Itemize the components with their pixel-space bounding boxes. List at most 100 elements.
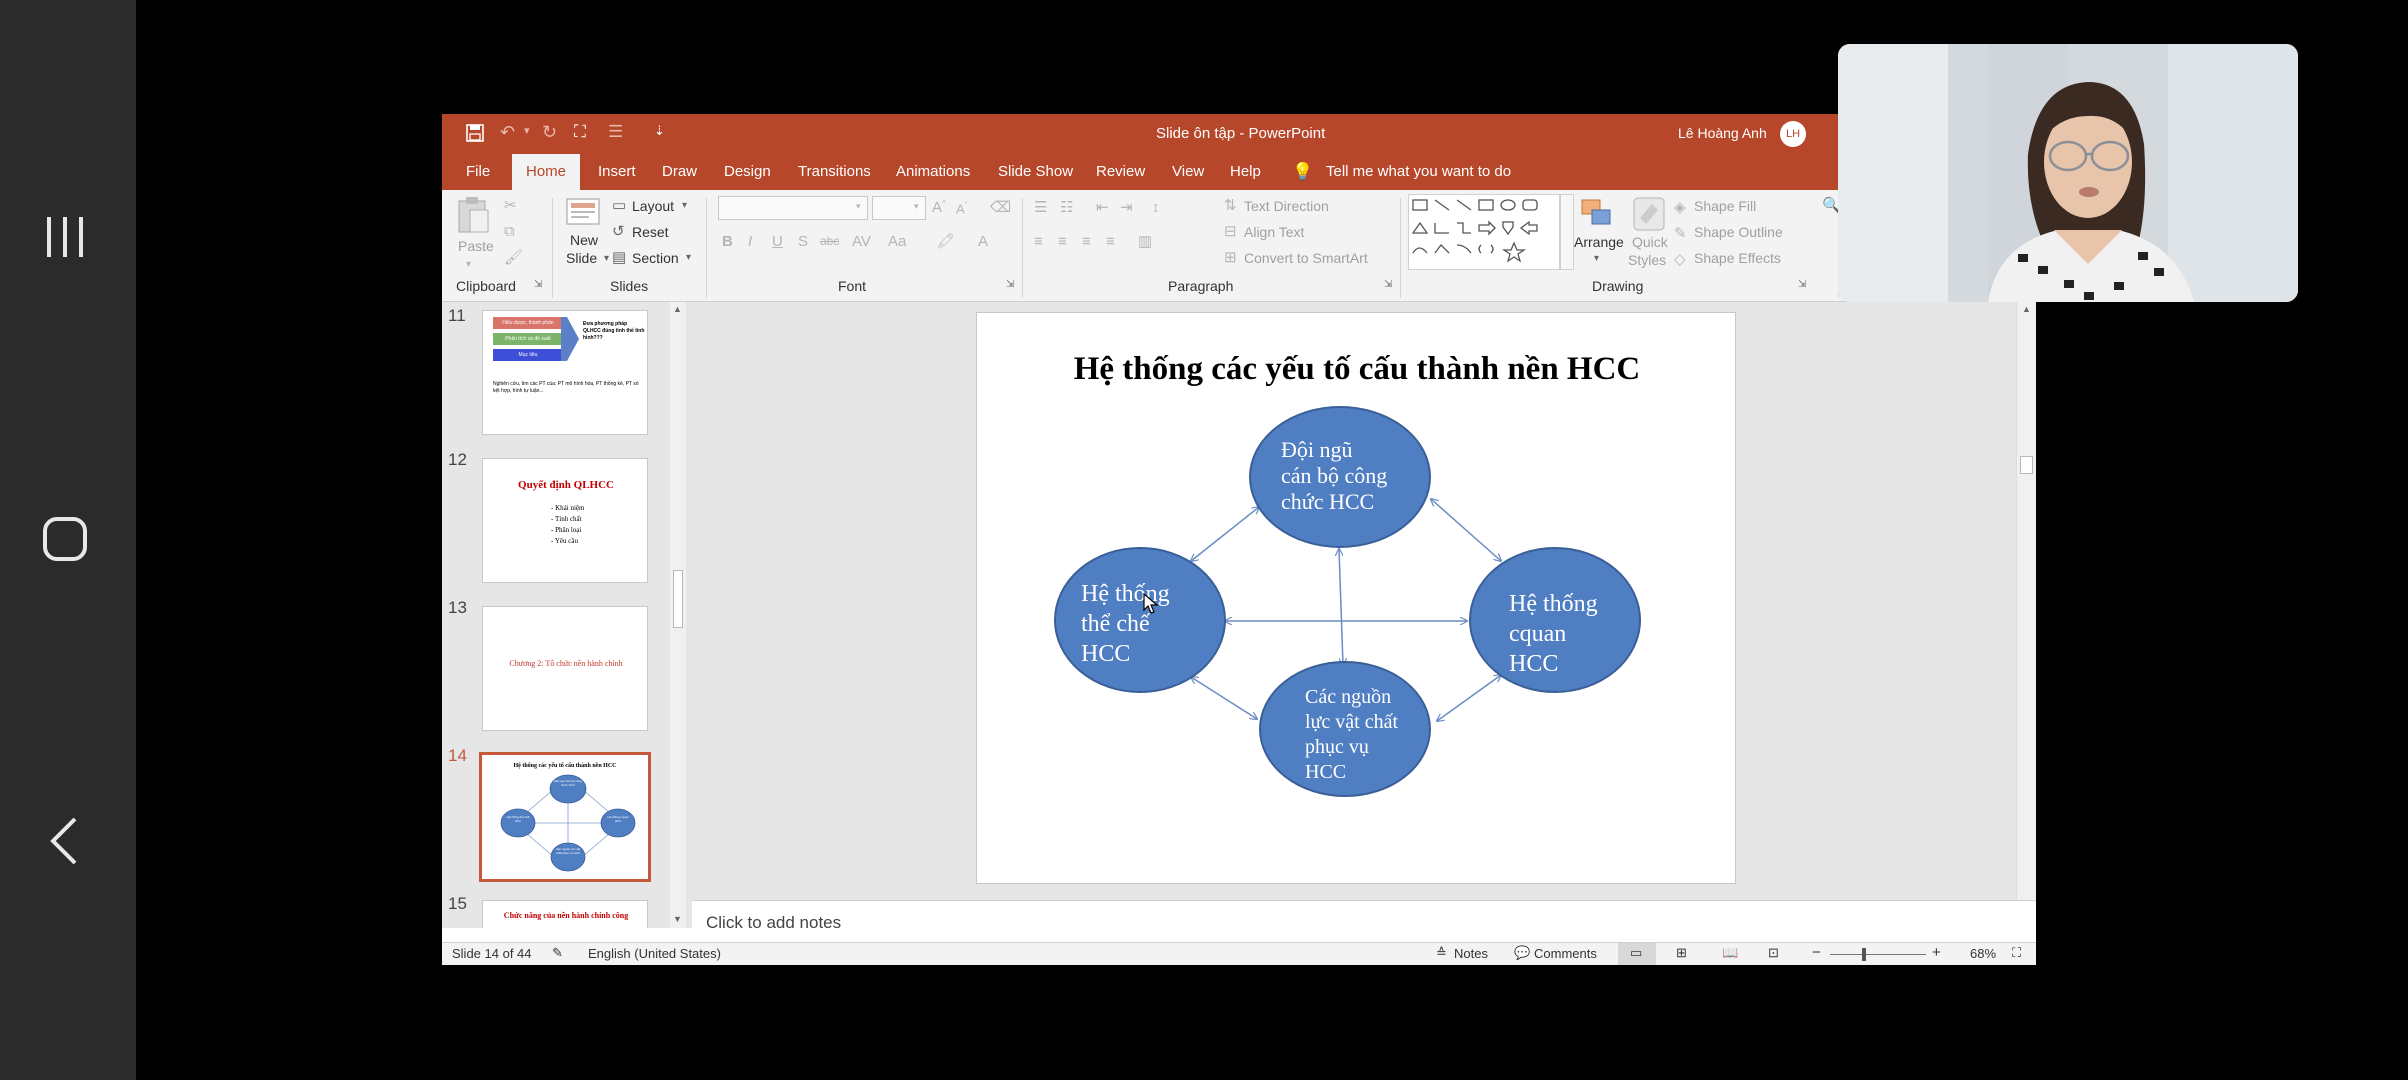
section-dropdown-icon[interactable]: ▾	[686, 253, 691, 263]
align-text-icon[interactable]: ⊟	[1224, 224, 1237, 239]
start-from-beginning-icon[interactable]: ⛶	[574, 122, 586, 142]
decrease-font-icon[interactable]: Aˇ	[956, 202, 967, 216]
redo-icon[interactable]: ↻	[542, 122, 557, 143]
justify-icon[interactable]: ≡	[1106, 234, 1115, 249]
notes-pane[interactable]: Click to add notes	[692, 900, 2036, 942]
font-launcher-icon[interactable]: ⇲	[1006, 280, 1014, 290]
tab-transitions[interactable]: Transitions	[798, 154, 871, 190]
avatar[interactable]: LH	[1780, 121, 1806, 147]
normal-view-button[interactable]: ▭	[1618, 943, 1656, 965]
notes-button[interactable]: Notes	[1454, 946, 1488, 961]
line-spacing-icon[interactable]: ↕	[1152, 200, 1160, 215]
align-left-icon[interactable]: ≡	[1034, 234, 1043, 249]
undo-dropdown-icon[interactable]: ▾	[524, 124, 530, 137]
new-slide-dropdown-icon[interactable]: ▾	[604, 254, 609, 264]
slide-canvas[interactable]: Hệ thống các yếu tố cấu thành nền HCC Độ…	[976, 312, 1736, 884]
arrange-button[interactable]: Arrange	[1574, 234, 1624, 250]
text-direction-button[interactable]: Text Direction	[1244, 198, 1329, 214]
tab-insert[interactable]: Insert	[598, 154, 636, 190]
italic-icon[interactable]: I	[748, 234, 752, 249]
tab-help[interactable]: Help	[1230, 154, 1261, 190]
layout-dropdown-icon[interactable]: ▾	[682, 201, 687, 211]
tab-draw[interactable]: Draw	[662, 154, 697, 190]
scrollbar-thumb[interactable]	[673, 570, 683, 628]
zoom-slider-thumb[interactable]	[1862, 948, 1866, 961]
bold-icon[interactable]: B	[722, 234, 733, 249]
arrange-dropdown-icon[interactable]: ▾	[1594, 254, 1599, 264]
scroll-up-icon[interactable]: ▲	[673, 304, 682, 314]
layout-icon[interactable]: ▭	[612, 198, 626, 213]
zoom-slider[interactable]	[1830, 954, 1926, 955]
notes-icon[interactable]: ≙	[1436, 945, 1447, 961]
scroll-down-icon[interactable]: ▼	[673, 914, 682, 924]
tab-file[interactable]: File	[466, 154, 490, 190]
smartart-icon[interactable]: ⊞	[1224, 250, 1237, 265]
recent-apps-icon[interactable]	[30, 202, 100, 272]
scroll-up-icon[interactable]: ▲	[2022, 304, 2031, 314]
paragraph-launcher-icon[interactable]: ⇲	[1384, 280, 1392, 290]
shape-outline-button[interactable]: Shape Outline	[1694, 224, 1783, 240]
tab-home[interactable]: Home	[512, 154, 581, 190]
new-slide-icon[interactable]	[566, 194, 602, 231]
shape-fill-button[interactable]: Shape Fill	[1694, 198, 1756, 214]
align-center-icon[interactable]: ≡	[1058, 234, 1067, 249]
clear-formatting-icon[interactable]: ⌫	[990, 200, 1011, 215]
back-icon[interactable]	[30, 806, 100, 876]
convert-smartart-button[interactable]: Convert to SmartArt	[1244, 250, 1368, 266]
columns-icon[interactable]: ▥	[1138, 234, 1152, 249]
change-case-icon[interactable]: Aa	[888, 234, 906, 249]
highlight-icon[interactable]: 🖍	[936, 234, 955, 249]
node-right-text[interactable]: Hệ thống cquan HCC	[1509, 589, 1629, 679]
arrange-icon[interactable]	[1580, 198, 1614, 235]
strikethrough-icon[interactable]: abc	[820, 235, 839, 247]
reading-view-icon[interactable]: 📖	[1722, 945, 1738, 961]
text-direction-icon[interactable]: ⇅	[1224, 198, 1237, 213]
align-right-icon[interactable]: ≡	[1082, 234, 1091, 249]
font-color-icon[interactable]: A	[978, 234, 988, 249]
zoom-out-icon[interactable]: −	[1812, 944, 1821, 961]
tab-view[interactable]: View	[1172, 154, 1204, 190]
paste-dropdown-icon[interactable]: ▾	[466, 260, 471, 270]
notes-placeholder[interactable]: Click to add notes	[706, 913, 841, 933]
node-left-text[interactable]: Hệ thống thể chế HCC	[1081, 579, 1201, 669]
layout-button[interactable]: Layout	[632, 198, 674, 214]
tab-animations[interactable]: Animations	[896, 154, 970, 190]
new-slide-label-2[interactable]: Slide	[566, 250, 597, 266]
thumbnail-slide-13[interactable]: Chương 2: Tổ chức nền hành chính	[482, 606, 648, 731]
slideshow-icon[interactable]: ⊡	[1768, 945, 1779, 961]
scrollbar-thumb[interactable]	[2020, 456, 2033, 474]
quick-styles-label-1[interactable]: Quick	[1632, 234, 1668, 250]
clipboard-launcher-icon[interactable]: ⇲	[534, 280, 542, 290]
node-bottom-text[interactable]: Các nguồn lực vật chất phục vụ HCC	[1305, 685, 1435, 785]
numbering-list-icon[interactable]: ☷	[1060, 200, 1073, 215]
comments-icon[interactable]: 💬	[1514, 945, 1530, 961]
user-name[interactable]: Lê Hoàng Anh	[1678, 125, 1767, 141]
comments-button[interactable]: Comments	[1534, 946, 1597, 961]
home-icon[interactable]	[30, 504, 100, 574]
fit-to-window-icon[interactable]: ⛶	[2012, 945, 2021, 961]
tab-slide-show[interactable]: Slide Show	[998, 154, 1073, 190]
new-slide-label-1[interactable]: New	[570, 232, 598, 248]
tab-review[interactable]: Review	[1096, 154, 1145, 190]
save-icon[interactable]	[466, 124, 484, 147]
thumbnail-slide-11[interactable]: Hiểu được, thành phần Phân tích và đề xu…	[482, 310, 648, 435]
format-painter-icon[interactable]: 🖌	[504, 250, 523, 265]
node-top-text[interactable]: Đội ngũ cán bộ công chức HCC	[1281, 437, 1441, 515]
tab-design[interactable]: Design	[724, 154, 771, 190]
quick-styles-label-2[interactable]: Styles	[1628, 252, 1666, 268]
thumbnail-slide-12[interactable]: Quyết định QLHCC - Khái niệm - Tính chất…	[482, 458, 648, 583]
shape-outline-icon[interactable]: ✎	[1674, 226, 1687, 241]
character-spacing-icon[interactable]: AV	[852, 234, 871, 249]
slide-sorter-icon[interactable]: ⊞	[1676, 945, 1687, 961]
font-name-dropdown-icon[interactable]: ▾	[856, 202, 861, 211]
zoom-level[interactable]: 68%	[1970, 946, 1996, 961]
thumbnail-slide-15[interactable]: Chức năng của nền hành chính công	[482, 900, 648, 928]
reset-button[interactable]: Reset	[632, 224, 669, 240]
undo-icon[interactable]: ↶	[500, 122, 515, 143]
tell-me-search[interactable]: Tell me what you want to do	[1326, 154, 1511, 190]
shape-fill-icon[interactable]: ◈	[1674, 200, 1686, 215]
shape-effects-icon[interactable]: ◇	[1674, 252, 1686, 267]
shapes-gallery-scroll[interactable]	[1560, 194, 1574, 270]
language-status[interactable]: English (United States)	[588, 946, 721, 961]
thumbnail-scrollbar[interactable]: ▲ ▼	[670, 302, 686, 928]
